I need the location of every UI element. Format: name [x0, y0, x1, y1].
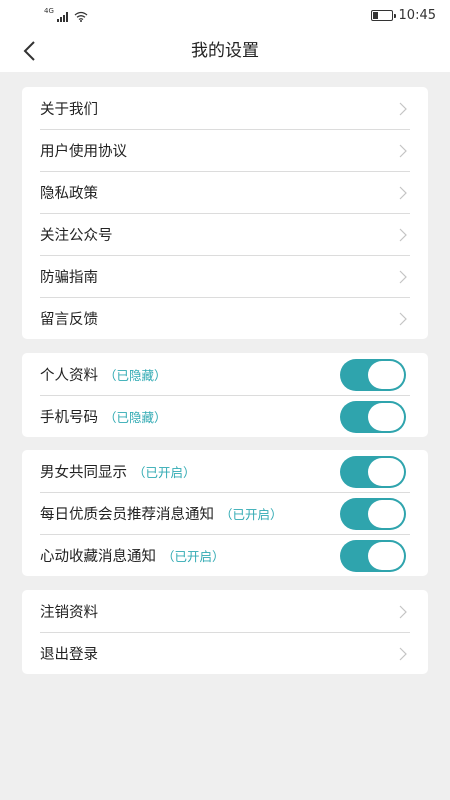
info-section: 关于我们 用户使用协议 隐私政策 关注公众号 防骗指南 留言反馈 — [22, 87, 428, 339]
settings-item-feedback[interactable]: 留言反馈 — [22, 297, 428, 339]
settings-item-show-both-genders: 男女共同显示 （已开启） — [22, 450, 428, 492]
settings-item-logout[interactable]: 退出登录 — [22, 632, 428, 674]
settings-item-privacy-policy[interactable]: 隐私政策 — [22, 171, 428, 213]
chevron-right-icon — [399, 647, 407, 661]
item-label: 每日优质会员推荐消息通知 — [40, 506, 214, 523]
back-button[interactable] — [14, 36, 44, 66]
settings-item-delete-profile[interactable]: 注销资料 — [22, 590, 428, 632]
notification-section: 男女共同显示 （已开启） 每日优质会员推荐消息通知 （已开启） 心动收藏消息通知… — [22, 450, 428, 576]
item-label: 隐私政策 — [40, 185, 98, 202]
privacy-section: 个人资料 （已隐藏） 手机号码 （已隐藏） — [22, 353, 428, 437]
item-label: 心动收藏消息通知 — [40, 548, 156, 565]
settings-item-daily-recommend-notify: 每日优质会员推荐消息通知 （已开启） — [22, 492, 428, 534]
signal-icon — [56, 12, 68, 22]
chevron-right-icon — [399, 102, 407, 116]
item-label: 个人资料 — [40, 367, 98, 384]
item-label: 注销资料 — [40, 604, 98, 621]
toggle-knob — [368, 500, 404, 528]
phone-visibility-toggle[interactable] — [340, 401, 406, 433]
settings-item-profile-visibility: 个人资料 （已隐藏） — [22, 353, 428, 395]
clock: 10:45 — [398, 7, 436, 23]
profile-visibility-toggle[interactable] — [340, 359, 406, 391]
item-status-note: （已隐藏） — [104, 409, 167, 425]
settings-item-follow-account[interactable]: 关注公众号 — [22, 213, 428, 255]
chevron-right-icon — [399, 144, 407, 158]
toggle-knob — [368, 361, 404, 389]
toggle-knob — [368, 458, 404, 486]
toggle-knob — [368, 542, 404, 570]
battery-icon — [370, 9, 396, 21]
item-label: 退出登录 — [40, 646, 98, 663]
chevron-right-icon — [399, 605, 407, 619]
wifi-icon — [74, 11, 88, 22]
settings-item-user-agreement[interactable]: 用户使用协议 — [22, 129, 428, 171]
item-label: 关于我们 — [40, 101, 98, 118]
item-label: 关注公众号 — [40, 227, 113, 244]
chevron-left-icon — [23, 41, 35, 61]
settings-item-about-us[interactable]: 关于我们 — [22, 87, 428, 129]
status-right: 10:45 — [370, 6, 436, 24]
nav-bar: 我的设置 — [0, 30, 450, 72]
item-status-note: （已开启） — [162, 548, 225, 564]
item-label: 手机号码 — [40, 409, 98, 426]
status-left: 4G — [44, 8, 88, 22]
network-label: 4G — [44, 7, 54, 15]
show-both-genders-toggle[interactable] — [340, 456, 406, 488]
toggle-knob — [368, 403, 404, 431]
item-label: 防骗指南 — [40, 269, 98, 286]
item-status-note: （已开启） — [220, 506, 283, 522]
settings-item-favorite-notify: 心动收藏消息通知 （已开启） — [22, 534, 428, 576]
settings-item-anti-fraud-guide[interactable]: 防骗指南 — [22, 255, 428, 297]
chevron-right-icon — [399, 186, 407, 200]
settings-item-phone-visibility: 手机号码 （已隐藏） — [22, 395, 428, 437]
account-section: 注销资料 退出登录 — [22, 590, 428, 674]
chevron-right-icon — [399, 228, 407, 242]
daily-recommend-notify-toggle[interactable] — [340, 498, 406, 530]
item-label: 男女共同显示 — [40, 464, 127, 481]
item-status-note: （已开启） — [133, 464, 196, 480]
favorite-notify-toggle[interactable] — [340, 540, 406, 572]
item-label: 用户使用协议 — [40, 143, 127, 160]
page-title: 我的设置 — [191, 41, 259, 61]
battery-fill — [372, 11, 378, 19]
chevron-right-icon — [399, 270, 407, 284]
status-bar: 4G 10:45 — [0, 0, 450, 30]
item-label: 留言反馈 — [40, 311, 98, 328]
chevron-right-icon — [399, 312, 407, 326]
item-status-note: （已隐藏） — [104, 367, 167, 383]
